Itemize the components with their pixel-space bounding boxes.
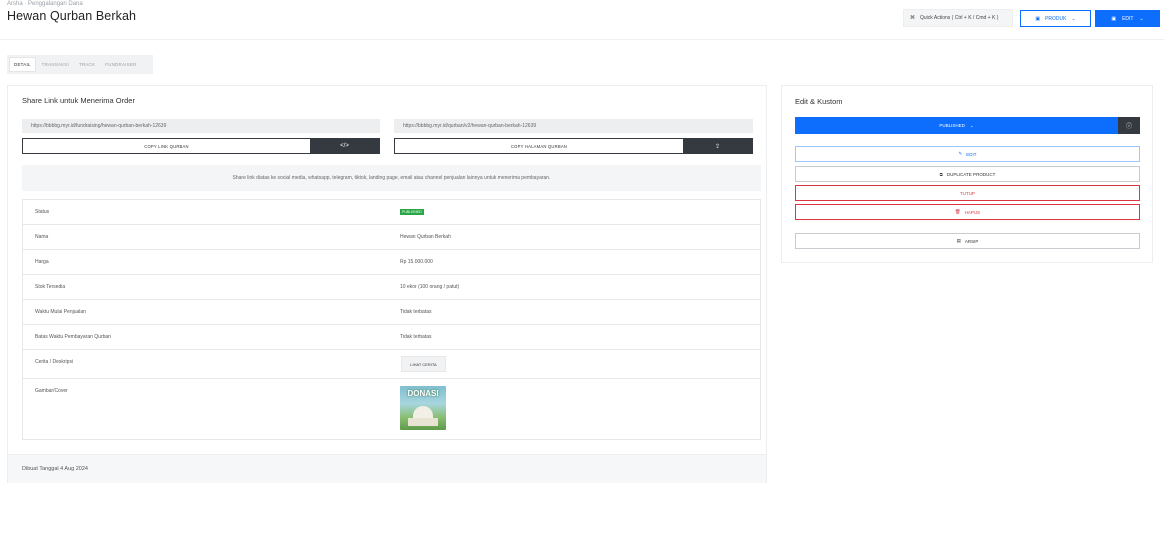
edit-button[interactable]: ✎ EDIT	[795, 146, 1140, 162]
row-value: 10 ekor (100 orang / patut)	[400, 284, 460, 290]
row-label: Stok Tersedia	[35, 284, 66, 290]
edit-dropdown-button[interactable]: ▣ EDIT ⌄	[1095, 10, 1160, 27]
table-row: Harga Rp 15.000.000	[23, 250, 760, 275]
table-row: Batas Waktu Pembayaran Qurban Tidak terb…	[23, 325, 760, 350]
hapus-button[interactable]: 🗑 HAPUS	[795, 204, 1140, 220]
copy-page-label: COPY HALAMAN QURBAN	[510, 143, 568, 149]
archive-icon: ▤	[956, 238, 961, 243]
edit-button-label: EDIT	[966, 151, 977, 157]
tab-transaksi[interactable]: TRANSAKSI	[38, 57, 73, 72]
row-label: Status	[35, 209, 50, 215]
table-row: Nama Hewan Qurban Berkah	[23, 225, 760, 250]
edit-custom-card: Edit & Kustom PUBLISHED ⌄ ⓘ ✎ EDIT ⧉ DUP…	[781, 85, 1153, 263]
code-icon[interactable]: </>	[310, 139, 379, 153]
row-value: Tidak terbatas	[400, 334, 432, 340]
table-row: Status PUBLISHED	[23, 200, 760, 225]
fundraising-link-field[interactable]: https://bbbbg.myr.id/fundraising/hewan-q…	[22, 119, 380, 133]
detail-card: Share Link untuk Menerima Order https://…	[7, 85, 767, 483]
tab-detail[interactable]: DETAIL	[9, 57, 36, 72]
tutup-button[interactable]: TUTUP	[795, 185, 1140, 201]
trash-icon: 🗑	[954, 209, 961, 214]
chevron-down-icon: ⌄	[1139, 15, 1144, 22]
edit-icon: ▣	[1111, 15, 1117, 22]
box-icon: ▣	[1035, 15, 1041, 22]
chevron-down-icon: ⌄	[969, 122, 974, 128]
duplicate-product-button[interactable]: ⧉ DUPLICATE PRODUCT	[795, 166, 1140, 182]
created-date: Dibuat Tanggal 4 Aug 2024	[8, 454, 766, 483]
row-label: Harga	[35, 259, 49, 265]
duplicate-icon: ⧉	[939, 171, 943, 177]
row-value: Rp 15.000.000	[400, 259, 433, 265]
breadcrumb[interactable]: Arsha · Penggalangan Dana	[7, 1, 83, 7]
status-dropdown[interactable]: PUBLISHED ⌄ ⓘ	[795, 117, 1140, 134]
cover-image-text: DONASI	[407, 389, 439, 398]
command-icon: ⌘	[910, 15, 915, 21]
tab-track[interactable]: TRACK	[75, 57, 99, 72]
share-info-text: Share link diatas ke social media, whats…	[22, 165, 761, 191]
hapus-button-label: HAPUS	[964, 209, 981, 215]
status-badge: PUBLISHED	[400, 209, 424, 215]
page-title: Hewan Qurban Berkah	[7, 9, 137, 23]
quick-actions-label: Quick Actions ( Ctrl + K / Cmd + K )	[920, 15, 999, 21]
side-card-title: Edit & Kustom	[795, 97, 843, 106]
share-icon[interactable]: ⇪	[683, 139, 752, 153]
produk-label: PRODUK	[1045, 15, 1067, 22]
row-label: Nama	[35, 234, 49, 240]
cover-image[interactable]: DONASI	[400, 386, 446, 430]
top-bar: Arsha · Penggalangan Dana Hewan Qurban B…	[0, 0, 1164, 40]
tab-fundraiser[interactable]: FUNDRAISER	[101, 57, 140, 72]
qurban-link-field[interactable]: https://bbbbg.myr.id/qurban/v2/hewan-qur…	[394, 119, 753, 133]
table-row: Waktu Mulai Penjualan Tidak terbatas	[23, 300, 760, 325]
row-label: Waktu Mulai Penjualan	[35, 309, 86, 315]
info-icon[interactable]: ⓘ	[1118, 117, 1140, 134]
mosque-base-shape	[408, 418, 438, 426]
duplicate-button-label: DUPLICATE PRODUCT	[946, 171, 996, 177]
copy-link-button[interactable]: COPY LINK QURBAN </>	[22, 138, 380, 154]
produk-dropdown-button[interactable]: ▣ PRODUK ⌄	[1020, 10, 1091, 27]
arsip-button-label: ARSIP	[964, 238, 979, 244]
status-dropdown-main[interactable]: PUBLISHED ⌄	[795, 117, 1118, 134]
detail-table: Status PUBLISHED Nama Hewan Qurban Berka…	[22, 199, 761, 440]
tutup-button-label: TUTUP	[960, 190, 975, 196]
table-row: Cerita / Deskripsi LIHAT CERITA	[23, 350, 760, 379]
edit-label: EDIT	[1122, 15, 1134, 22]
lihat-cerita-button[interactable]: LIHAT CERITA	[401, 356, 446, 372]
row-value: Tidak terbatas	[400, 309, 432, 315]
tab-bar: DETAIL TRANSAKSI TRACK FUNDRAISER	[7, 55, 153, 74]
copy-link-label: COPY LINK QURBAN	[144, 143, 189, 149]
share-section-title: Share Link untuk Menerima Order	[22, 96, 135, 105]
quick-actions-button[interactable]: ⌘ Quick Actions ( Ctrl + K / Cmd + K )	[903, 9, 1013, 27]
row-label: Gambar/Cover	[35, 388, 68, 394]
chevron-down-icon: ⌄	[1071, 15, 1076, 22]
row-label: Cerita / Deskripsi	[35, 359, 74, 365]
table-row: Gambar/Cover DONASI	[23, 379, 760, 439]
row-label: Batas Waktu Pembayaran Qurban	[35, 334, 111, 340]
row-value: Hewan Qurban Berkah	[400, 234, 451, 240]
pencil-icon: ✎	[958, 151, 963, 156]
table-row: Stok Tersedia 10 ekor (100 orang / patut…	[23, 275, 760, 300]
copy-page-button[interactable]: COPY HALAMAN QURBAN ⇪	[394, 138, 753, 154]
arsip-button[interactable]: ▤ ARSIP	[795, 233, 1140, 249]
status-label: PUBLISHED	[939, 123, 965, 128]
